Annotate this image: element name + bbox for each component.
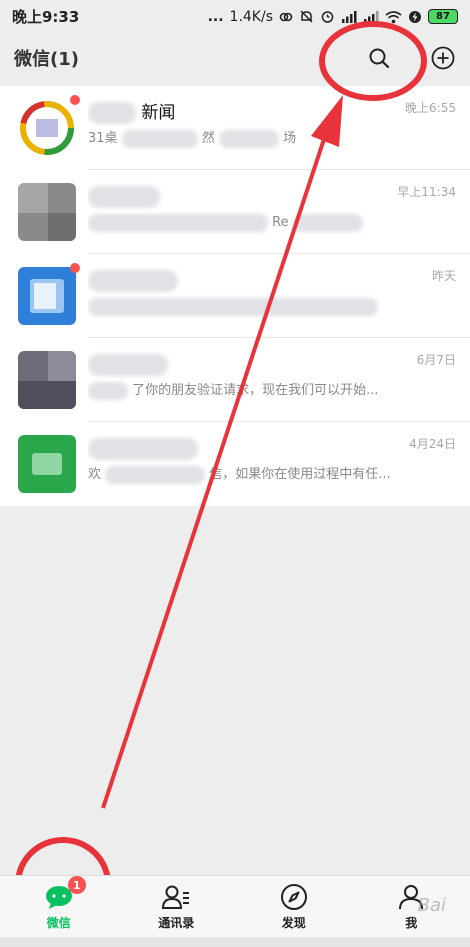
chat-snippet: 了你的朋友验证请求，现在我们可以开始...: [88, 379, 456, 403]
chat-row[interactable]: Re 早上11:34: [0, 170, 470, 254]
redacted-block: [121, 129, 198, 148]
alarm-icon: [320, 9, 335, 24]
chat-content: 欢 信，如果你在使用过程中有任... 4月24日: [88, 435, 456, 493]
tab-contacts[interactable]: 通讯录: [118, 876, 236, 937]
charging-icon: [408, 10, 422, 24]
chat-snippet: 欢 信，如果你在使用过程中有任...: [88, 463, 456, 487]
chat-content: 昨天: [88, 267, 456, 325]
search-button[interactable]: [366, 45, 392, 71]
link-icon: [279, 10, 293, 24]
add-button[interactable]: [430, 45, 456, 71]
chat-row[interactable]: 欢 信，如果你在使用过程中有任... 4月24日: [0, 422, 470, 506]
redacted-block: [88, 381, 128, 400]
chat-content: 了你的朋友验证请求，现在我们可以开始... 6月7日: [88, 351, 456, 409]
unread-badge: 1: [67, 876, 86, 894]
unread-dot: [70, 95, 80, 105]
search-icon: [369, 48, 390, 69]
chat-name: [88, 351, 456, 379]
status-icons: ... 1.4K/s 87: [208, 9, 458, 25]
wifi-icon: [385, 10, 402, 24]
chat-row[interactable]: 新闻 31桌 然 场 晚上6:55: [0, 86, 470, 170]
redacted-block: [88, 102, 136, 124]
tab-label: 我: [405, 916, 418, 930]
snippet-text: 欢: [88, 467, 102, 482]
redacted-block: [292, 213, 363, 232]
tab-discover[interactable]: 发现: [235, 876, 353, 937]
avatar: [18, 95, 80, 157]
chat-snippet: Re: [88, 211, 456, 235]
chat-row[interactable]: 昨天: [0, 254, 470, 338]
redacted-block: [88, 297, 378, 316]
chat-content: Re 早上11:34: [88, 183, 456, 241]
mute-bell-icon: [299, 9, 314, 24]
wechat-screen: 晚上9:33 ... 1.4K/s 87 微信(1) 新闻 31桌 然 场 晚上…: [0, 0, 470, 947]
chat-time: 早上11:34: [397, 185, 456, 199]
snippet-text: 31桌: [88, 131, 118, 146]
chat-name: 新闻: [88, 99, 456, 127]
tab-icon-wrap: [279, 882, 309, 912]
chat-time: 6月7日: [416, 353, 456, 367]
avatar-image: [18, 435, 76, 493]
snippet-text: 了你的朋友验证请求，现在我们可以开始...: [132, 383, 379, 398]
avatar: [18, 435, 76, 493]
tab-bar: 1 微信 通讯录 发现 我: [0, 875, 470, 937]
header-actions: [366, 45, 456, 71]
avatar: [18, 351, 76, 409]
chat-list: 新闻 31桌 然 场 晚上6:55 Re 早上11:34 昨天 了你的朋友验证请…: [0, 86, 470, 506]
tab-icon-wrap: [396, 882, 426, 912]
avatar-image: [18, 183, 76, 241]
compass-icon: [280, 884, 307, 910]
tab-label: 发现: [281, 916, 306, 930]
status-time: 晚上9:33: [12, 8, 80, 26]
tab-icon-wrap: 1: [44, 876, 86, 912]
redacted-block: [105, 465, 206, 484]
tab-me[interactable]: 我: [353, 876, 470, 937]
redacted-block: [88, 213, 268, 232]
chat-snippet: 31桌 然 场: [88, 127, 456, 151]
contacts-icon: [162, 885, 190, 909]
status-dots: ...: [207, 8, 224, 25]
snippet-text: 然: [201, 131, 215, 146]
redacted-block: [218, 129, 279, 148]
chat-content: 新闻 31桌 然 场 晚上6:55: [88, 99, 456, 157]
avatar-image: [18, 267, 76, 325]
chat-snippet: [88, 295, 456, 319]
redacted-block: [88, 354, 168, 376]
tab-icon-wrap: [161, 882, 191, 912]
chat-name-text: 新闻: [141, 103, 176, 123]
avatar: [18, 183, 76, 241]
unread-dot: [70, 263, 80, 273]
signal-icon: [363, 10, 379, 24]
avatar: [18, 263, 80, 325]
chat-time: 昨天: [431, 269, 456, 283]
plus-circle-icon: [431, 46, 455, 70]
snippet-text: 信，如果你在使用过程中有任...: [209, 467, 391, 482]
tab-chats[interactable]: 1 微信: [0, 876, 118, 937]
page-title: 微信(1): [14, 49, 79, 70]
chat-row[interactable]: 了你的朋友验证请求，现在我们可以开始... 6月7日: [0, 338, 470, 422]
signal-hd-icon: [341, 10, 357, 24]
snippet-text: Re: [272, 215, 289, 230]
redacted-block: [88, 438, 198, 460]
tab-label: 微信: [46, 916, 71, 930]
status-bar: 晚上9:33 ... 1.4K/s 87: [0, 0, 470, 33]
news-avatar-icon: [18, 99, 76, 157]
person-icon: [399, 885, 424, 910]
redacted-block: [88, 270, 178, 292]
chat-name: [88, 267, 456, 295]
redacted-block: [88, 186, 160, 208]
snippet-text: 场: [283, 131, 297, 146]
battery-indicator: 87: [428, 9, 458, 24]
chat-time: 晚上6:55: [405, 101, 456, 115]
network-speed: 1.4K/s: [229, 8, 273, 25]
chat-time: 4月24日: [409, 437, 456, 451]
avatar-image: [18, 351, 76, 409]
header: 微信(1): [0, 33, 470, 83]
tab-label: 通讯录: [158, 916, 195, 930]
bottom-strip: [0, 937, 470, 947]
chat-name: [88, 435, 456, 463]
